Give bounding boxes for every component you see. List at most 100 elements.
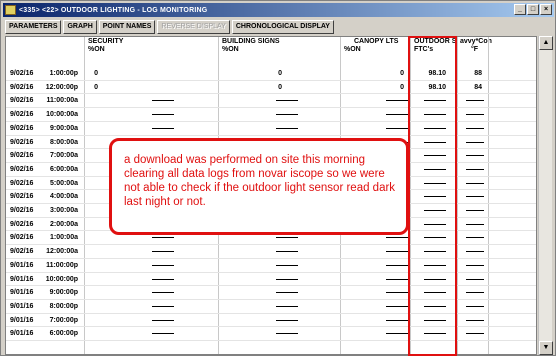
empty-value-dash bbox=[386, 333, 408, 335]
column-name: BUILDING SIGNS bbox=[222, 38, 280, 45]
row-time: 11:00:00a bbox=[46, 97, 78, 105]
row-value-security: 0 bbox=[94, 70, 98, 77]
empty-value-dash bbox=[386, 305, 408, 307]
row-time: 1:00:00p bbox=[49, 70, 78, 77]
graph-button[interactable]: GRAPH bbox=[63, 20, 97, 34]
table-row[interactable]: 9/01/16 7:00:00p bbox=[6, 314, 536, 327]
empty-value-dash bbox=[466, 333, 484, 335]
maximize-button[interactable]: □ bbox=[527, 4, 539, 15]
empty-value-dash bbox=[276, 114, 298, 116]
empty-value-dash bbox=[276, 100, 298, 102]
empty-value-dash bbox=[386, 127, 408, 129]
table-row[interactable]: 9/02/16 12:00:00p 0 0 0 98.10 84 bbox=[6, 81, 536, 94]
column-name: CANOPY LTS bbox=[354, 38, 399, 45]
empty-value-dash bbox=[152, 127, 174, 129]
empty-value-dash bbox=[386, 319, 408, 321]
empty-value-dash bbox=[276, 292, 298, 294]
table-row[interactable]: 9/02/16 10:00:00a bbox=[6, 108, 536, 121]
empty-value-dash bbox=[152, 292, 174, 294]
row-date: 9/02/16 bbox=[10, 124, 34, 132]
empty-value-dash bbox=[466, 168, 484, 170]
toolbar: PARAMETERS GRAPH POINT NAMES REVERSE DIS… bbox=[5, 20, 334, 34]
row-time: 2:00:00a bbox=[49, 220, 78, 228]
scroll-up-arrow[interactable]: ▲ bbox=[539, 36, 553, 50]
column-header-security[interactable]: SECURITY %ON bbox=[88, 37, 123, 65]
close-button[interactable]: × bbox=[540, 4, 552, 15]
row-time: 11:00:00p bbox=[46, 261, 78, 269]
column-header-canopy-lts[interactable]: CANOPY LTS %ON bbox=[344, 37, 398, 65]
table-row[interactable]: 9/02/16 11:00:00a bbox=[6, 94, 536, 107]
empty-value-dash bbox=[276, 237, 298, 239]
row-date: 9/02/16 bbox=[10, 207, 34, 214]
row-date: 9/02/16 bbox=[10, 152, 34, 160]
column-unit: %ON bbox=[344, 46, 361, 53]
row-date: 9/01/16 bbox=[10, 289, 34, 297]
title-bar[interactable]: <335> <22> OUTDOOR LIGHTING - LOG MONITO… bbox=[3, 3, 554, 17]
empty-value-dash bbox=[386, 292, 408, 294]
row-value-canopy-lts: 0 bbox=[400, 83, 404, 91]
empty-value-dash bbox=[466, 223, 484, 225]
row-date: 9/02/16 bbox=[10, 179, 34, 187]
table-row[interactable]: 9/01/16 10:00:00p bbox=[6, 273, 536, 286]
row-time: 6:00:00p bbox=[49, 330, 78, 338]
empty-value-dash bbox=[152, 319, 174, 321]
row-time: 6:00:00a bbox=[49, 165, 78, 173]
empty-value-dash bbox=[386, 100, 408, 102]
empty-value-dash bbox=[386, 278, 408, 280]
empty-value-dash bbox=[152, 333, 174, 335]
row-date: 9/02/16 bbox=[10, 234, 34, 242]
column-header-building-signs[interactable]: BUILDING SIGNS %ON bbox=[222, 37, 280, 65]
table-row[interactable]: 9/01/16 6:00:00p bbox=[6, 327, 536, 340]
empty-value-dash bbox=[466, 100, 484, 102]
empty-value-dash bbox=[466, 278, 484, 280]
row-date: 9/01/16 bbox=[10, 261, 34, 269]
row-date: 9/02/16 bbox=[10, 70, 34, 77]
empty-value-dash bbox=[466, 182, 484, 184]
empty-value-dash bbox=[152, 305, 174, 307]
row-value-building-signs: 0 bbox=[278, 83, 282, 91]
empty-value-dash bbox=[386, 251, 408, 253]
table-row[interactable]: 9/01/16 8:00:00p bbox=[6, 300, 536, 313]
empty-value-dash bbox=[466, 251, 484, 253]
empty-value-dash bbox=[152, 264, 174, 266]
row-value-building-signs: 0 bbox=[278, 70, 282, 77]
empty-value-dash bbox=[152, 114, 174, 116]
row-time: 10:00:00a bbox=[46, 111, 78, 119]
column-unit: %ON bbox=[88, 46, 105, 53]
row-divider bbox=[6, 340, 536, 341]
table-row[interactable]: 9/01/16 9:00:00p bbox=[6, 286, 536, 299]
table-row[interactable]: 9/02/16 9:00:00a bbox=[6, 122, 536, 135]
empty-value-dash bbox=[466, 127, 484, 129]
table-row[interactable]: 9/02/16 1:00:00p 0 0 0 98.10 88 bbox=[6, 67, 536, 80]
row-time: 12:00:00a bbox=[46, 248, 78, 256]
table-row[interactable]: 9/02/16 12:00:00a bbox=[6, 245, 536, 258]
row-time: 7:00:00a bbox=[49, 152, 78, 160]
empty-value-dash bbox=[466, 292, 484, 294]
empty-value-dash bbox=[276, 278, 298, 280]
point-names-button[interactable]: POINT NAMES bbox=[98, 20, 156, 34]
empty-value-dash bbox=[466, 210, 484, 211]
empty-value-dash bbox=[386, 264, 408, 266]
empty-value-dash bbox=[466, 114, 484, 116]
row-time: 8:00:00a bbox=[49, 138, 78, 146]
row-time: 9:00:00p bbox=[49, 289, 78, 297]
minimize-button[interactable]: _ bbox=[514, 4, 526, 15]
empty-value-dash bbox=[466, 237, 484, 239]
chronological-display-button[interactable]: CHRONOLOGICAL DISPLAY bbox=[231, 20, 334, 34]
row-time: 8:00:00p bbox=[49, 302, 78, 310]
empty-value-dash bbox=[466, 155, 484, 157]
row-time: 7:00:00p bbox=[49, 316, 78, 324]
row-date: 9/02/16 bbox=[10, 165, 34, 173]
window-title: <335> <22> OUTDOOR LIGHTING - LOG MONITO… bbox=[19, 6, 208, 14]
row-time: 1:00:00a bbox=[49, 234, 78, 242]
table-row[interactable]: 9/01/16 11:00:00p bbox=[6, 259, 536, 272]
vertical-scrollbar[interactable]: ▲ ▼ bbox=[538, 36, 553, 355]
scroll-down-arrow[interactable]: ▼ bbox=[539, 341, 553, 355]
empty-value-dash bbox=[152, 237, 174, 239]
empty-value-dash bbox=[276, 333, 298, 335]
empty-value-dash bbox=[276, 127, 298, 129]
parameters-button[interactable]: PARAMETERS bbox=[5, 20, 62, 34]
empty-value-dash bbox=[152, 251, 174, 253]
row-date: 9/02/16 bbox=[10, 138, 34, 146]
empty-value-dash bbox=[386, 114, 408, 116]
